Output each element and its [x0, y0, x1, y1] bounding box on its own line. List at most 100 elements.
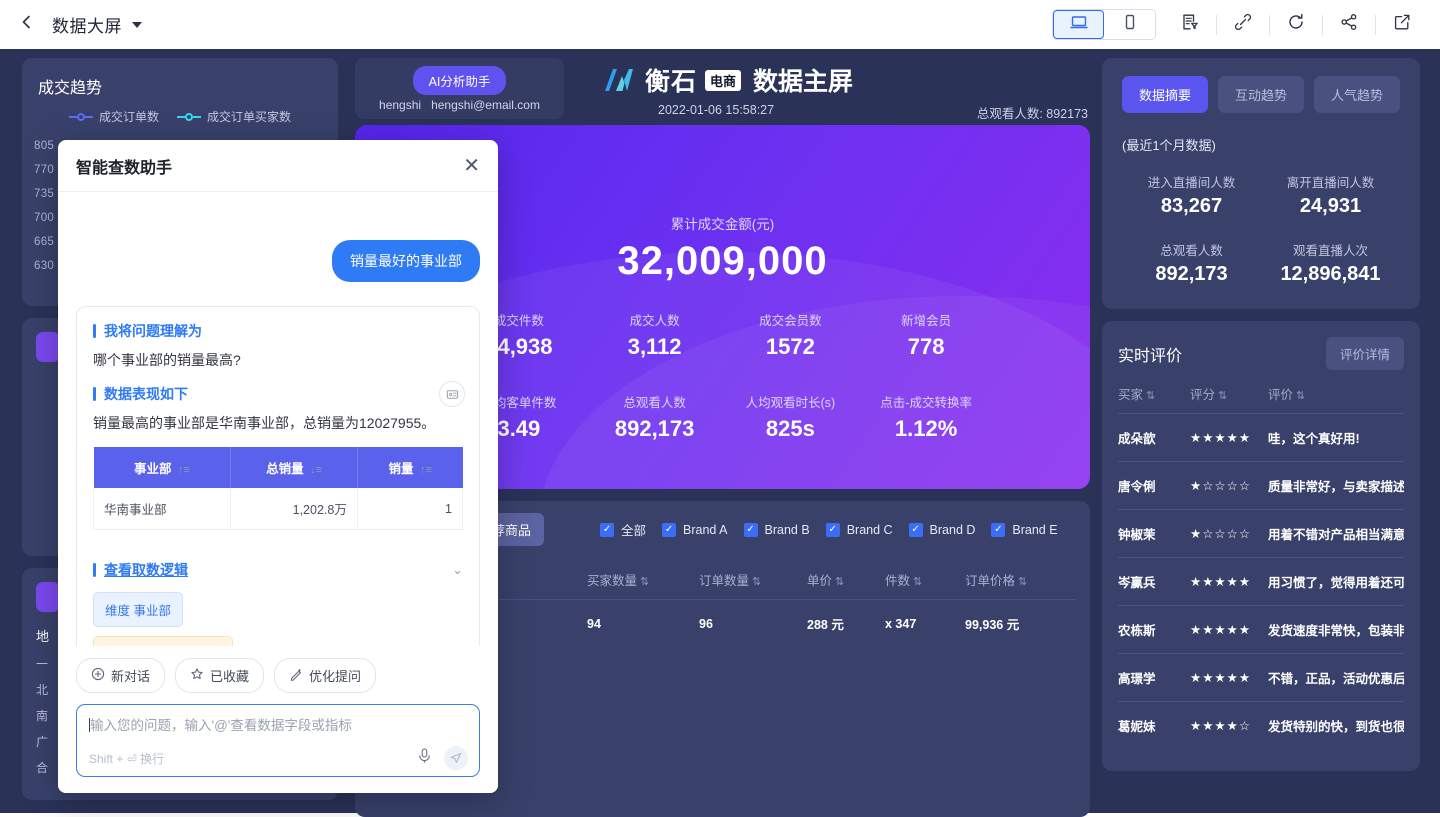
mobile-view-button[interactable] [1104, 10, 1155, 39]
chevron-down-icon[interactable]: ⌄ [452, 562, 463, 578]
section-data: 数据表现如下 [93, 381, 465, 407]
section-accent-bar [93, 387, 96, 401]
legend-item[interactable]: 成交订单买家数 [177, 108, 291, 125]
copy-link-button[interactable] [1223, 8, 1263, 42]
user-message-bubble: 销量最好的事业部 [332, 240, 480, 282]
section-title-text: 数据表现如下 [104, 386, 188, 402]
column-label: 事业部 [133, 462, 172, 476]
cell-buyer: 成朵歆 [1118, 413, 1190, 462]
reviews-table: 买家 ⇅ 评分 ⇅ 评价 ⇅ 成朵歆 ★★★★★ 哇，这个真好用! 唐令俐 ★☆☆☆☆… [1118, 378, 1404, 749]
table-row[interactable]: 葛妮妹 ★★★★☆ 发货特别的快，到货也很 [1118, 701, 1404, 749]
sort-icon: ⇅ [835, 576, 845, 588]
check-icon: ✓ [991, 522, 1006, 537]
col-sales[interactable]: 销量 ↑≡ [357, 447, 463, 488]
checkbox-label: Brand C [846, 522, 893, 537]
ai-assistant-button[interactable]: AI分析助手 [412, 65, 507, 95]
table-row[interactable]: 唐令俐 ★☆☆☆☆ 质量非常好，与卖家描述 [1118, 461, 1404, 510]
plus-circle-icon [91, 667, 105, 684]
mobile-icon [1120, 12, 1140, 37]
review-detail-button[interactable]: 评价详情 [1325, 337, 1404, 370]
cell-buyer: 高璟学 [1118, 653, 1190, 702]
kpi-tile: 人均观看时长(s) 825s [723, 392, 859, 442]
cell-buyer: 岑赢兵 [1118, 557, 1190, 606]
divider [1375, 14, 1376, 35]
kpi-tile: 成交人数 3,112 [587, 310, 723, 360]
brand-checkbox-d[interactable]: ✓ Brand D [908, 522, 975, 537]
tab-data-summary[interactable]: 数据摘要 [1122, 76, 1208, 113]
col-review-text[interactable]: 评价 ⇅ [1268, 378, 1404, 414]
kpi-tile: 成交会员数 1572 [723, 310, 859, 360]
desktop-view-button[interactable] [1053, 10, 1104, 39]
filter-document-button[interactable] [1170, 8, 1210, 42]
brand-checkbox-a[interactable]: ✓ Brand A [662, 522, 728, 537]
cell-review-text: 质量非常好，与卖家描述 [1268, 461, 1404, 510]
table-row[interactable]: 岑赢兵 ★★★★★ 用习惯了，觉得用着还可 [1118, 557, 1404, 606]
sort-icon: ⇅ [1218, 390, 1228, 402]
share-button[interactable] [1329, 8, 1369, 42]
col-rating[interactable]: 评分 ⇅ [1190, 378, 1268, 414]
star-icon [190, 667, 204, 684]
col-order-price[interactable]: 订单价格 ⇅ [965, 570, 1076, 600]
summary-label: 观看直播人次 [1292, 244, 1368, 258]
composer[interactable]: 输入您的问题，输入'@'查看数据字段或指标 Shift + ⏎ 换行 [76, 704, 480, 777]
chevron-down-icon[interactable] [132, 21, 142, 28]
column-label: 总销量 [266, 462, 304, 476]
section-accent-bar [93, 324, 96, 338]
sort-icon: ⇅ [1146, 390, 1156, 402]
optimize-question-button[interactable]: 优化提问 [274, 658, 377, 693]
send-icon[interactable] [444, 746, 468, 770]
table-row[interactable]: 农栋斯 ★★★★★ 发货速度非常快，包装非 [1118, 605, 1404, 654]
section-logic[interactable]: 查看取数逻辑 ⌄ [93, 560, 463, 580]
table-row[interactable]: 钟椒茉 ★☆☆☆☆ 用着不错对产品相当满意 [1118, 509, 1404, 558]
kpi-label: 总观看人数 [623, 396, 686, 410]
favorited-button[interactable]: 已收藏 [175, 658, 265, 693]
back-button[interactable] [14, 12, 40, 38]
checkbox-label: Brand A [683, 522, 728, 537]
export-button[interactable] [1382, 8, 1422, 42]
close-icon[interactable]: ✕ [463, 156, 480, 176]
summary-label: 总观看人数 [1160, 244, 1223, 258]
divider [1216, 14, 1217, 35]
brand-checkbox-b[interactable]: ✓ Brand B [743, 522, 810, 537]
cell-order-price: 99,936 元 [965, 599, 1076, 633]
cell-buyer: 钟椒茉 [1118, 509, 1190, 558]
col-division[interactable]: 事业部 ↑≡ [93, 447, 232, 488]
brand-checkbox-all[interactable]: ✓ 全部 [600, 520, 646, 539]
copy-card-icon[interactable] [439, 381, 465, 407]
refresh-button[interactable] [1276, 8, 1316, 42]
summary-value: 83,267 [1160, 195, 1223, 217]
col-total-sales[interactable]: 总销量 ↓≡ [230, 447, 358, 488]
tab-interaction-trend[interactable]: 互动趋势 [1218, 76, 1304, 113]
sort-icon: ⇅ [752, 576, 762, 588]
tab-popularity-trend[interactable]: 人气趋势 [1314, 76, 1400, 113]
sort-icon: ⇅ [1296, 390, 1306, 402]
col-unit-price[interactable]: 单价 ⇅ [807, 570, 885, 600]
tag-dimension: 维度 事业部 [93, 592, 183, 627]
assistant-answer-card: 我将问题理解为 哪个事业部的销量最高? 数据表现如下 销量最高的事业部是华南事业… [76, 306, 480, 646]
column-label: 件数 [885, 574, 911, 588]
table-row[interactable]: 高璟学 ★★★★★ 不错，正品，活动优惠后 [1118, 653, 1404, 702]
summary-label: 离开直播间人数 [1286, 176, 1375, 190]
check-icon: ✓ [743, 522, 758, 537]
kpi-value: 1.12% [894, 416, 958, 441]
col-buyer[interactable]: 买家 ⇅ [1118, 378, 1190, 414]
right-column: 数据摘要 互动趋势 人气趋势 (最近1个月数据) 进入直播间人数 83,267 … [1102, 58, 1420, 771]
col-order-count[interactable]: 订单数量 ⇅ [699, 570, 807, 600]
ai-assistant-modal: 智能查数助手 ✕ 销量最好的事业部 我将问题理解为 哪个事业部的销量最高? 数据… [58, 140, 498, 793]
modal-body: 销量最好的事业部 我将问题理解为 哪个事业部的销量最高? 数据表现如下 销量最高… [58, 192, 498, 646]
section-title-text: 查看取数逻辑 [104, 562, 188, 578]
brand-checkbox-c[interactable]: ✓ Brand C [825, 522, 893, 537]
summary-tile: 观看直播人次 12,896,841 [1261, 240, 1400, 286]
summary-value: 12,896,841 [1280, 263, 1381, 285]
accent-chip [36, 332, 60, 362]
realtime-reviews-card: 实时评价 评价详情 买家 ⇅ 评分 ⇅ 评价 ⇅ 成朵歆 ★★★★★ 哇，这个真好用! [1102, 321, 1420, 771]
col-quantity[interactable]: 件数 ⇅ [885, 570, 965, 600]
chip-label: 已收藏 [210, 669, 250, 684]
brand-checkbox-e[interactable]: ✓ Brand E [991, 522, 1058, 537]
microphone-icon[interactable] [416, 747, 433, 769]
col-buyer-count[interactable]: 买家数量 ⇅ [587, 570, 699, 600]
y-tick: 805 [34, 140, 55, 152]
legend-item[interactable]: 成交订单数 [68, 108, 159, 125]
new-conversation-button[interactable]: 新对话 [76, 658, 166, 693]
table-row[interactable]: 成朵歆 ★★★★★ 哇，这个真好用! [1118, 413, 1404, 462]
